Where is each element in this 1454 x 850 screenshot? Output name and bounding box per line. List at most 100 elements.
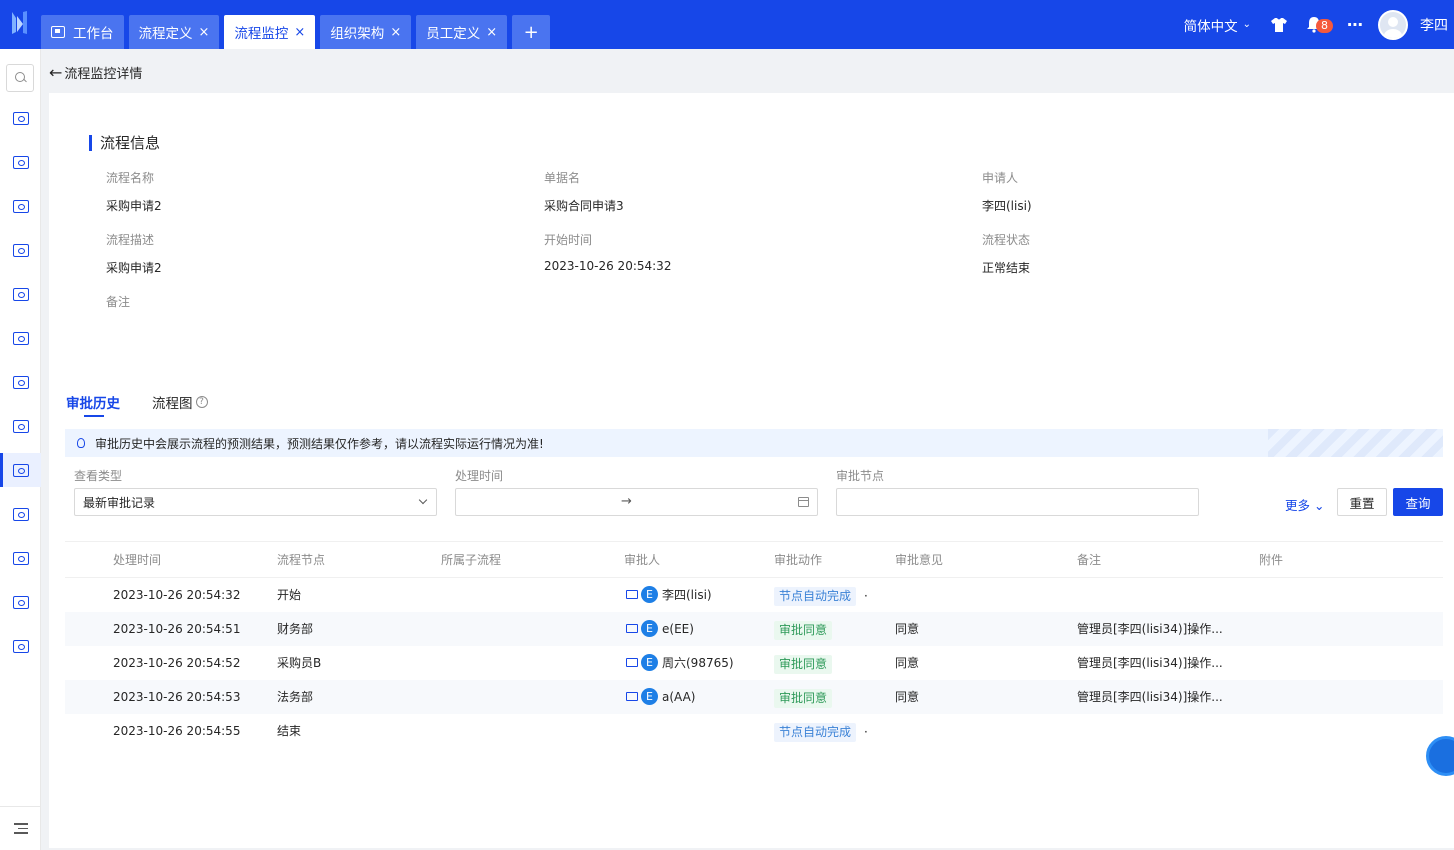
approver[interactable]: Ea(AA) bbox=[624, 688, 774, 705]
close-icon[interactable]: × bbox=[294, 25, 305, 40]
cell-subflow bbox=[441, 646, 624, 680]
approver[interactable]: Ee(EE) bbox=[624, 620, 774, 637]
approver[interactable]: E 李四(lisi) bbox=[624, 586, 774, 604]
cell-time: 2023-10-26 20:54:55 bbox=[113, 723, 241, 738]
cell-subflow bbox=[441, 578, 624, 612]
cell-subflow bbox=[441, 714, 624, 748]
tab-label: 审批历史 bbox=[66, 396, 120, 412]
detail-card: 流程信息 流程名称 采购申请2 单据名 采购合同申请3 申请人 李四(lisi)… bbox=[49, 93, 1454, 848]
employee-badge: E bbox=[641, 620, 658, 637]
sidebar-item[interactable] bbox=[0, 321, 41, 355]
chevron-down-icon: ⌄ bbox=[1314, 498, 1325, 513]
close-icon[interactable]: × bbox=[199, 25, 210, 40]
page-tab[interactable]: 工作台 bbox=[41, 15, 124, 49]
close-icon[interactable]: × bbox=[486, 25, 497, 40]
language-selector[interactable]: 简体中文 ⌄ bbox=[1184, 15, 1251, 35]
sidebar-item[interactable] bbox=[0, 365, 41, 399]
dot-marker: · bbox=[864, 588, 868, 603]
status-badge: 节点自动完成 bbox=[774, 722, 857, 742]
cell-remark: 管理员[李四(lisi34)]操作... bbox=[1077, 656, 1223, 670]
add-tab-button[interactable]: + bbox=[512, 15, 551, 49]
more-filters-button[interactable]: 更多 ⌄ bbox=[1285, 495, 1324, 514]
start-time-label: 开始时间 bbox=[544, 233, 593, 247]
approver-name: 周六(98765) bbox=[662, 656, 734, 670]
sidebar-item[interactable] bbox=[0, 541, 41, 575]
cell-node: 采购员B bbox=[277, 656, 322, 670]
search-icon[interactable] bbox=[6, 64, 34, 92]
page-tab[interactable]: 组织架构 × bbox=[320, 15, 412, 49]
sidebar bbox=[0, 49, 41, 850]
column-header: 审批动作 bbox=[774, 541, 895, 578]
skin-icon[interactable] bbox=[1269, 15, 1289, 35]
notification-bell[interactable]: 8 bbox=[1305, 15, 1333, 35]
back-button[interactable]: ← 流程监控详情 bbox=[49, 63, 142, 82]
reset-button[interactable]: 重置 bbox=[1337, 488, 1387, 516]
app-logo[interactable] bbox=[8, 10, 30, 36]
menu-fold-icon bbox=[13, 823, 28, 834]
flow-monitor-icon bbox=[12, 419, 29, 433]
approver[interactable]: E 周六(98765) bbox=[624, 654, 774, 671]
table-row: 2023-10-26 20:54:51 财务部 Ee(EE) 审批同意 同意 管理员[李四… bbox=[65, 611, 1443, 646]
gear-icon bbox=[12, 243, 29, 257]
id-card-icon bbox=[626, 692, 638, 701]
user-name[interactable]: 李四 bbox=[1420, 15, 1454, 35]
sidebar-item[interactable] bbox=[0, 101, 41, 135]
process-desc-label: 流程描述 bbox=[106, 233, 155, 247]
cell-remark: 管理员[李四(lisi34)]操作... bbox=[1077, 611, 1259, 646]
more-icon[interactable]: ⋯ bbox=[1347, 15, 1364, 34]
doc-name-label: 单据名 bbox=[544, 171, 581, 185]
page-tab[interactable]: 员工定义 × bbox=[416, 15, 508, 49]
org-tree-icon bbox=[12, 199, 29, 213]
bulb-icon bbox=[77, 438, 85, 448]
sidebar-item[interactable] bbox=[0, 145, 41, 179]
cell-attachment bbox=[1259, 611, 1443, 646]
time-range-picker[interactable]: → bbox=[455, 488, 818, 516]
tab-approval-history[interactable]: 审批历史 bbox=[66, 387, 120, 417]
calendar-icon bbox=[798, 497, 809, 507]
column-header: 审批意见 bbox=[895, 541, 1077, 578]
sidebar-item[interactable] bbox=[0, 585, 41, 619]
process-status-label: 流程状态 bbox=[982, 233, 1031, 247]
cell-subflow bbox=[441, 611, 624, 646]
cell-attachment bbox=[1259, 646, 1443, 680]
approval-node-input[interactable] bbox=[836, 488, 1199, 516]
cell-node: 结束 bbox=[277, 724, 302, 738]
page-tabs: 工作台 流程定义 × 流程监控 × 组织架构 × 员工定义 × + bbox=[41, 15, 555, 49]
menu-fold-button[interactable] bbox=[0, 806, 41, 850]
column-header: 流程节点 bbox=[277, 541, 441, 578]
status-badge: 审批同意 bbox=[774, 688, 833, 708]
mail-settings-icon bbox=[12, 375, 29, 389]
cell-action: 节点自动完成 · bbox=[774, 714, 895, 748]
table-row: 2023-10-26 20:54:53 法务部 Ea(AA) 审批同意 同意 管理员[李四… bbox=[65, 679, 1443, 714]
page-tab-label: 流程定义 bbox=[138, 26, 193, 42]
cell-node: 财务部 bbox=[277, 611, 441, 646]
query-button[interactable]: 查询 bbox=[1393, 488, 1443, 516]
sidebar-item[interactable] bbox=[0, 189, 41, 223]
tab-flow-chart[interactable]: 流程图 ? bbox=[152, 387, 208, 417]
header-actions: 简体中文 ⌄ 8 ⋯ 李四 bbox=[1184, 0, 1454, 49]
sidebar-item[interactable] bbox=[0, 629, 41, 663]
cell-time: 2023-10-26 20:54:53 bbox=[65, 679, 277, 714]
sidebar-item[interactable] bbox=[0, 409, 41, 443]
help-icon[interactable]: ? bbox=[195, 396, 208, 408]
avatar[interactable] bbox=[1378, 9, 1408, 40]
page-tab[interactable]: 流程监控 × bbox=[224, 15, 316, 49]
cell-approver: Ee(EE) bbox=[624, 611, 774, 646]
page-tab[interactable]: 流程定义 × bbox=[128, 15, 220, 49]
arrow-left-icon: ← bbox=[49, 63, 63, 82]
view-type-value: 最新审批记录 bbox=[83, 495, 156, 510]
employee-badge: E bbox=[641, 586, 658, 604]
cell-approver bbox=[624, 714, 774, 748]
sidebar-item[interactable] bbox=[0, 497, 41, 531]
page-tab-label: 流程监控 bbox=[234, 26, 289, 42]
sidebar-item[interactable] bbox=[0, 233, 41, 267]
page-tab-label: 组织架构 bbox=[330, 26, 385, 42]
sidebar-item[interactable] bbox=[0, 453, 41, 487]
cell-remark: 管理员[李四(lisi34)]操作... bbox=[1077, 679, 1259, 714]
cell-opinion: 同意 bbox=[895, 656, 920, 670]
employee-badge: E bbox=[641, 654, 658, 671]
view-type-select[interactable]: 最新审批记录 bbox=[74, 488, 437, 516]
cell-attachment bbox=[1259, 578, 1443, 612]
sidebar-item[interactable] bbox=[0, 277, 41, 311]
close-icon[interactable]: × bbox=[390, 25, 401, 40]
